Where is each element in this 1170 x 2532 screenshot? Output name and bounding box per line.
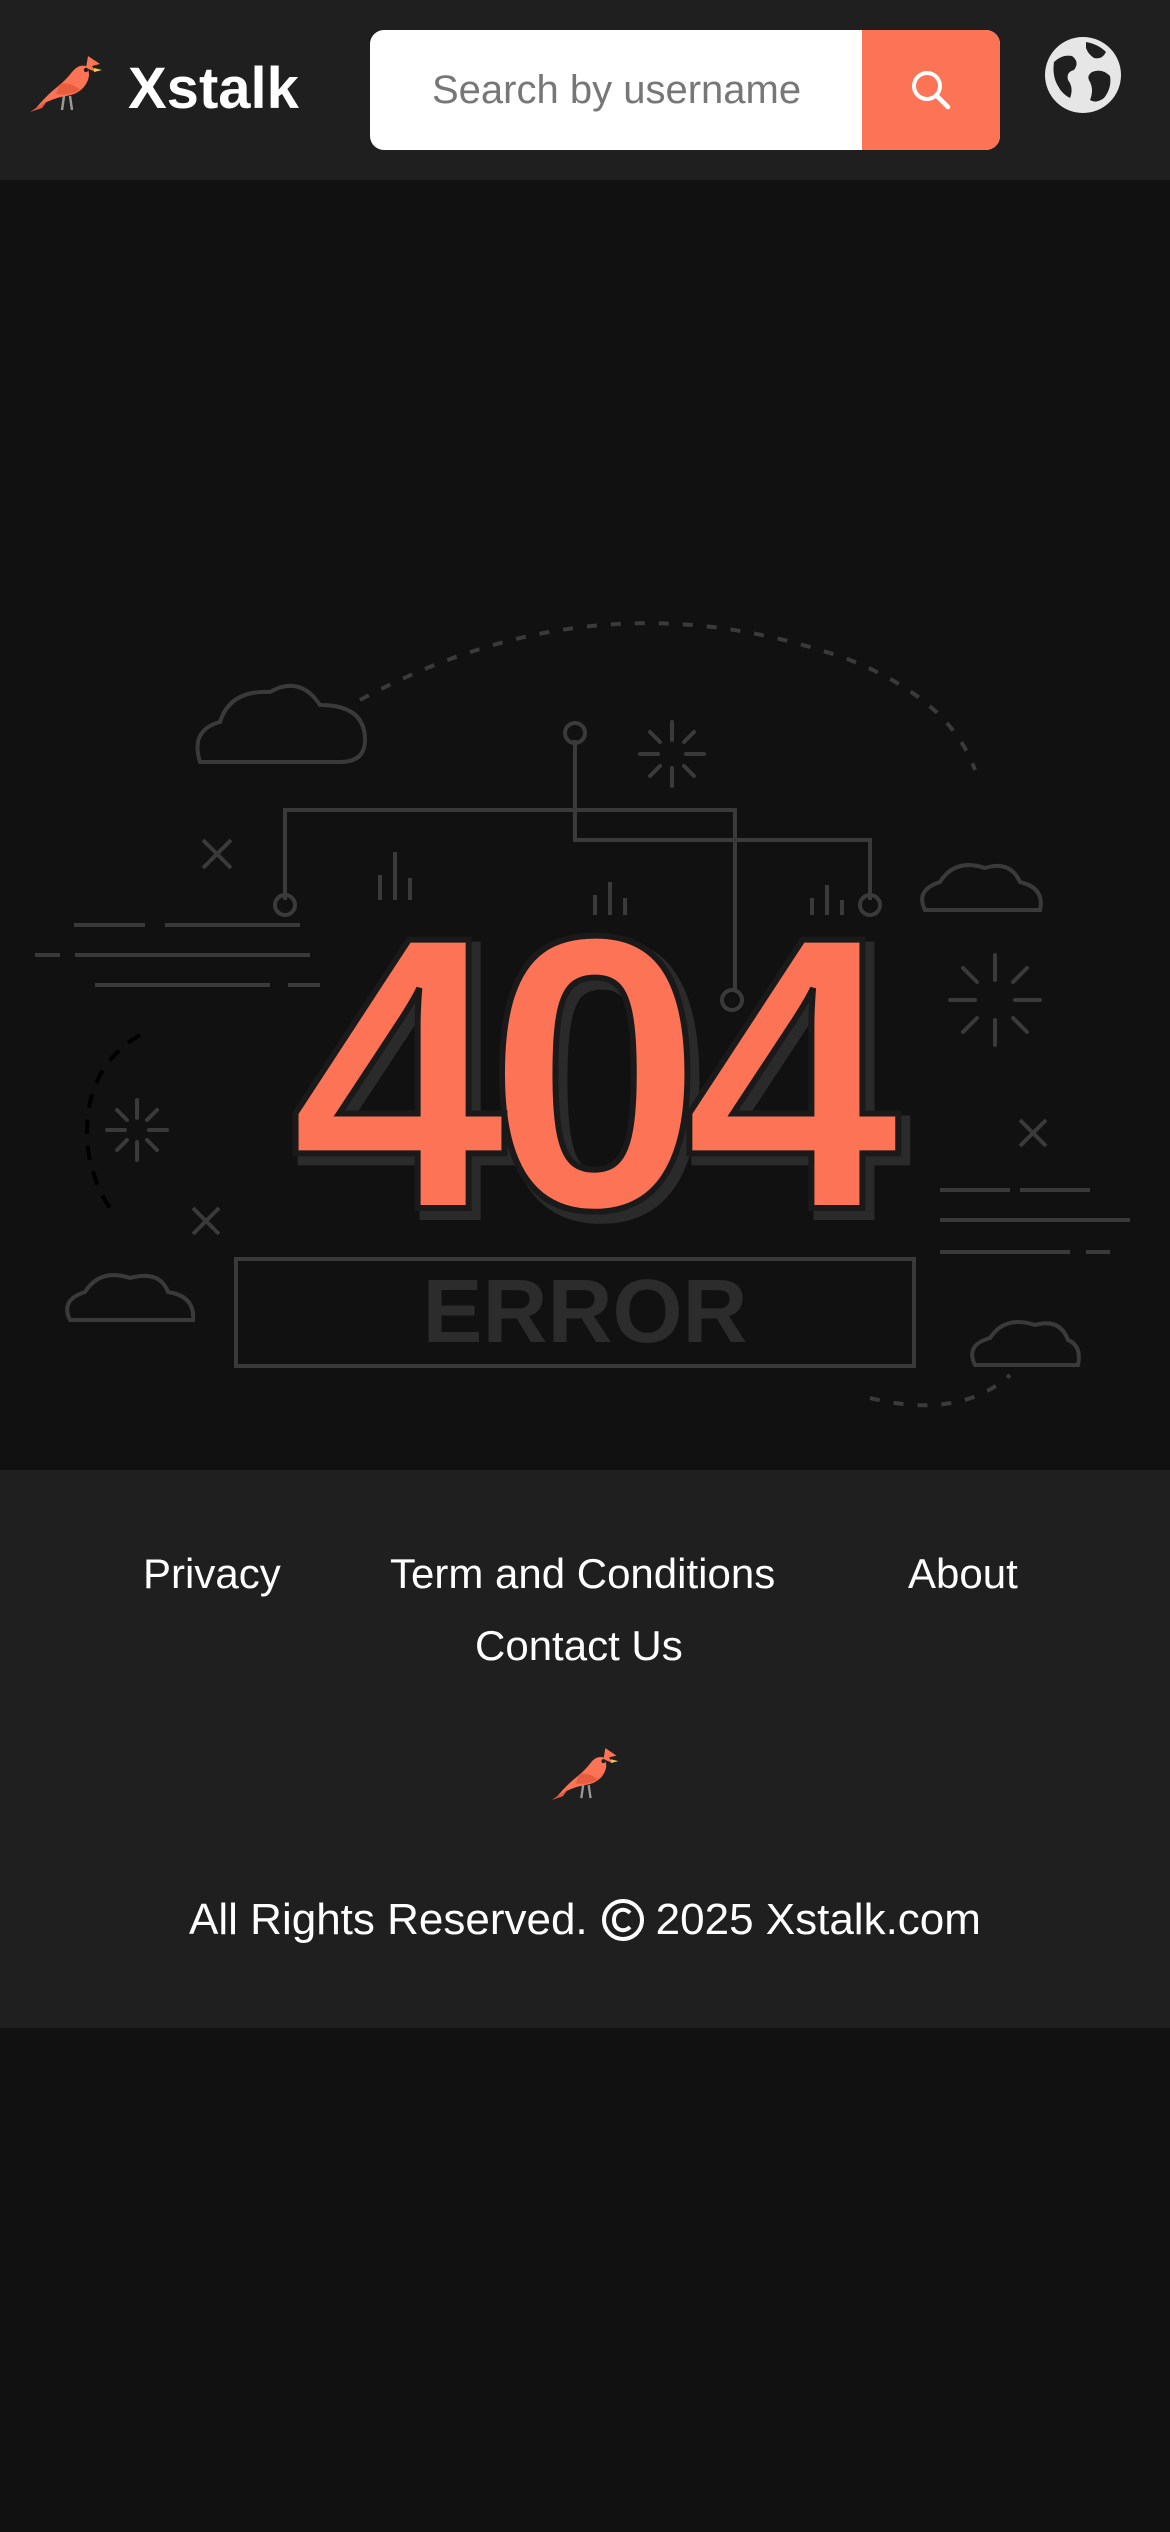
search-bar xyxy=(370,30,1000,150)
top-header: Xstalk xyxy=(0,0,1170,180)
cardinal-bird-icon[interactable] xyxy=(26,50,106,120)
footer-link-contact[interactable]: Contact Us xyxy=(475,1618,683,1674)
footer: Privacy Term and Conditions About Contac… xyxy=(0,1470,1170,2028)
search-input[interactable] xyxy=(370,30,860,150)
footer-link-about[interactable]: About xyxy=(908,1546,1018,1602)
copyright-suffix: 2025 Xstalk.com xyxy=(655,1895,981,1944)
copyright-prefix: All Rights Reserved. xyxy=(189,1895,588,1944)
copyright-notice: All Rights Reserved. 2025 Xstalk.com xyxy=(0,1888,1170,1952)
copyright-icon xyxy=(601,1899,644,1941)
search-icon xyxy=(912,71,951,110)
footer-link-privacy[interactable]: Privacy xyxy=(143,1546,281,1602)
error-code: 404 xyxy=(290,855,903,1291)
error-404-illustration: ERROR 404 404 xyxy=(35,621,1130,1408)
main-content: ERROR 404 404 xyxy=(0,180,1170,1470)
globe-icon xyxy=(1045,37,1121,113)
brand-name[interactable]: Xstalk xyxy=(128,50,299,128)
footer-link-terms[interactable]: Term and Conditions xyxy=(390,1546,775,1602)
search-button[interactable] xyxy=(862,30,1000,150)
cardinal-bird-icon xyxy=(551,1748,619,1800)
language-button[interactable] xyxy=(1040,32,1126,118)
